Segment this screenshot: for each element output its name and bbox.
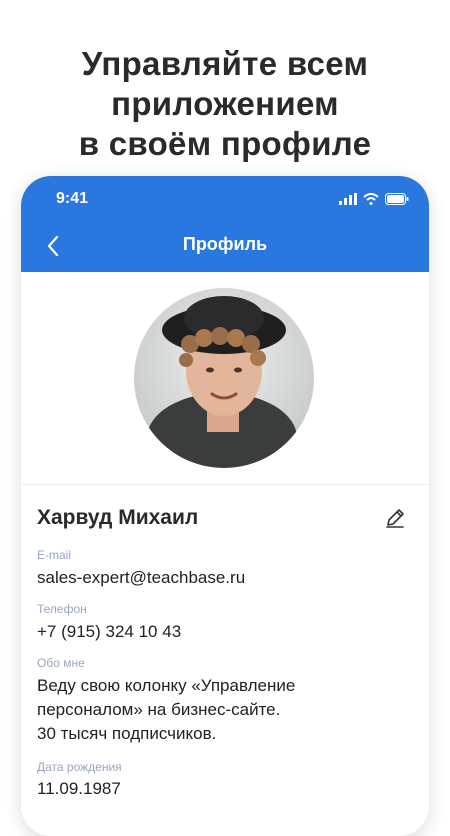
profile-name: Харвуд Михаил <box>37 506 199 529</box>
about-value-line-2: персоналом» на бизнес-сайте. <box>37 700 281 719</box>
phone-frame: 9:41 Профиль Харвуд Михаил E-mail sales-… <box>21 176 429 836</box>
birthdate-value: 11.09.1987 <box>37 779 121 798</box>
about-label: Обо мне <box>37 656 85 670</box>
email-label: E-mail <box>37 548 72 562</box>
phone-label: Телефон <box>37 602 87 616</box>
avatar[interactable] <box>134 288 314 468</box>
promo-line-3: в своём профиле <box>78 125 372 162</box>
email-value: sales-expert@teachbase.ru <box>37 568 246 587</box>
promo-line-1: Управляйте всем <box>81 45 369 82</box>
battery-icon <box>385 193 409 205</box>
avatar-section <box>21 272 429 484</box>
divider <box>21 484 429 485</box>
promo-title: Управляйте всем приложением в своём проф… <box>0 44 450 164</box>
status-time: 9:41 <box>56 190 89 207</box>
about-value-line-1: Веду свою колонку «Управление <box>37 676 296 695</box>
signal-icon <box>339 193 357 205</box>
promo-line-2: приложением <box>111 85 339 122</box>
app-header: 9:41 Профиль <box>21 176 429 272</box>
page-title: Профиль <box>182 234 268 254</box>
phone-value: +7 (915) 324 10 43 <box>37 622 182 641</box>
wifi-icon <box>363 193 379 205</box>
status-icons <box>339 193 409 205</box>
pencil-icon[interactable] <box>383 506 407 530</box>
birthdate-label: Дата рождения <box>37 760 122 774</box>
about-value-line-3: 30 тысяч подписчиков. <box>37 724 217 743</box>
